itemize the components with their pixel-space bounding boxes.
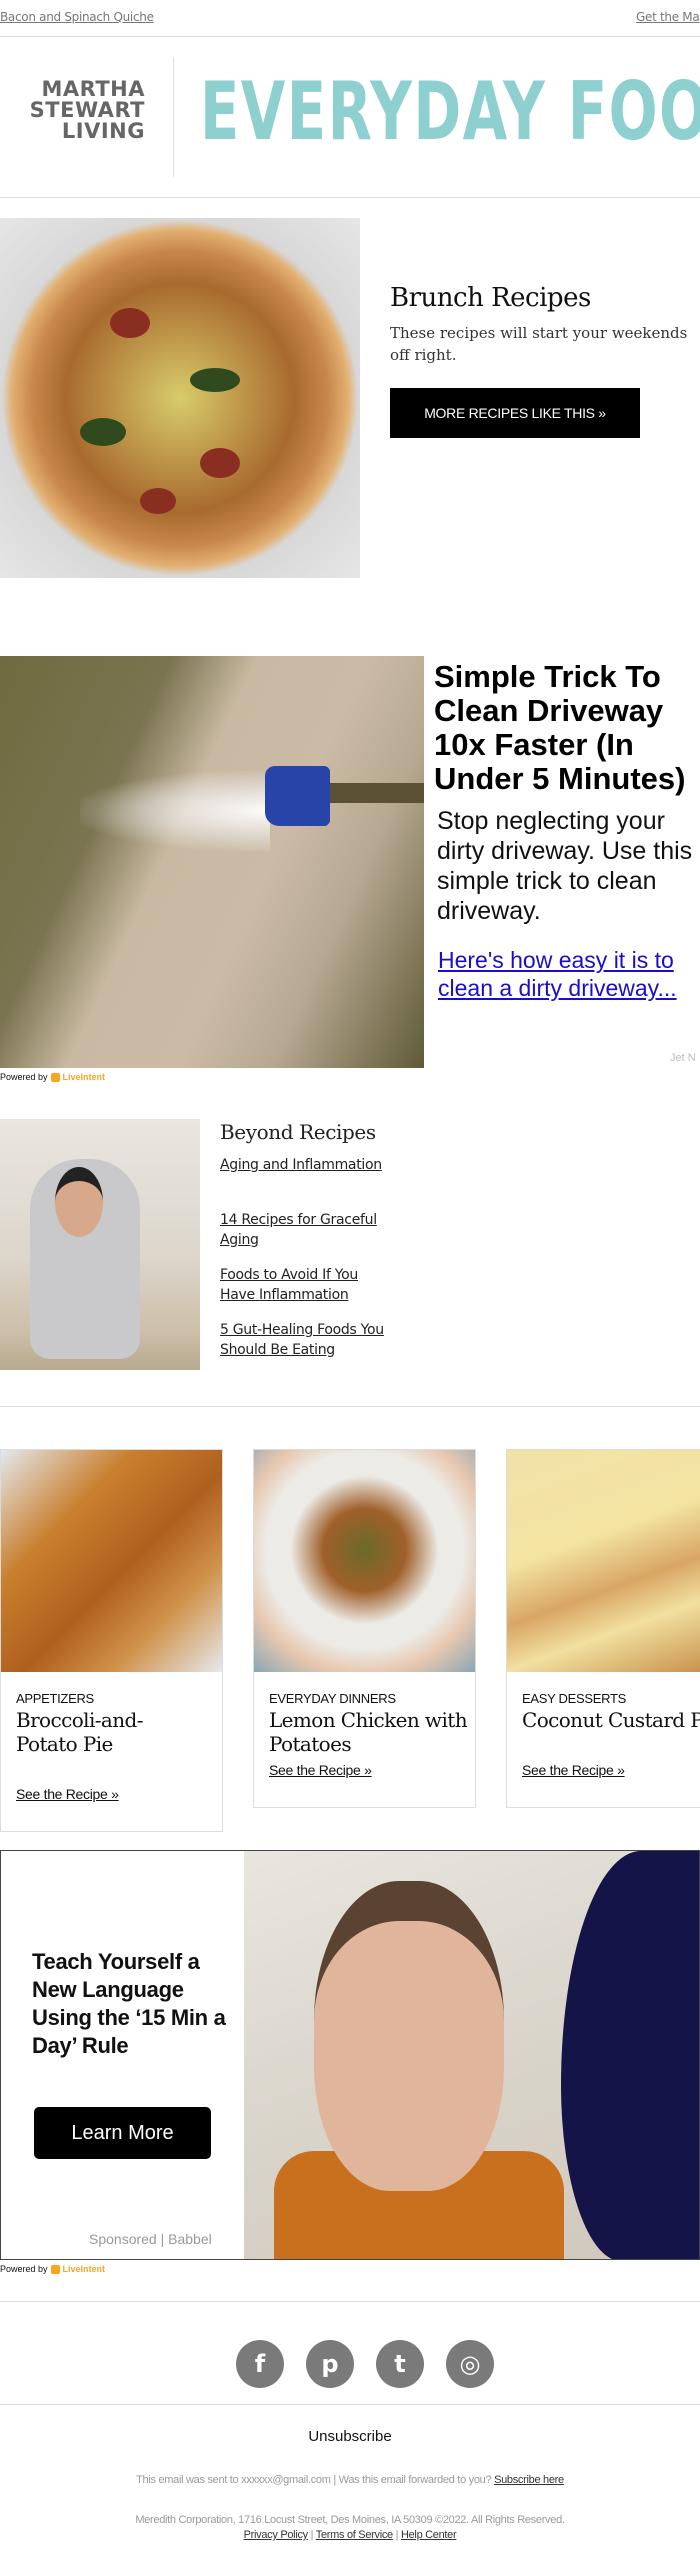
person-head (55, 1167, 103, 1237)
section-divider (0, 2404, 700, 2405)
quiche-image[interactable] (0, 218, 360, 578)
header-divider (173, 57, 174, 177)
spinach-piece (80, 418, 126, 446)
woman-face (314, 1881, 504, 2191)
beyond-link-graceful-aging[interactable]: 14 Recipes for Graceful Aging (220, 1210, 390, 1250)
quiche-link[interactable]: Bacon and Spinach Quiche (0, 10, 154, 24)
card-category: EASY DESSERTS (522, 1691, 626, 1706)
subscribe-here-link[interactable]: Subscribe here (494, 2474, 564, 2486)
section-divider (0, 2301, 700, 2302)
driveway-ad-link[interactable]: Here's how easy it is to clean a dirty d… (438, 946, 700, 1002)
babbel-ad-title[interactable]: Teach Yourself a New Language Using the … (32, 1948, 242, 2060)
twitter-icon[interactable]: t (376, 2340, 424, 2388)
see-recipe-link[interactable]: See the Recipe » (269, 1762, 372, 1778)
lemon-chicken-image[interactable] (254, 1450, 475, 1672)
hero-title: Brunch Recipes (390, 283, 591, 313)
instagram-icon[interactable]: ◎ (446, 2340, 494, 2388)
brand-line: LIVING (61, 119, 145, 143)
brand-header: MARTHA STEWART LIVING EVERYDAY FOOD (0, 37, 700, 198)
more-recipes-button[interactable]: MORE RECIPES LIKE THIS » (390, 388, 640, 438)
social-links: f p t ◎ (236, 2340, 494, 2388)
powered-by-label: Powered by (0, 1072, 48, 1082)
facebook-icon[interactable]: f (236, 2340, 284, 2388)
sent-to-text: This email was sent to xxxxxx@gmail.com … (136, 2474, 492, 2486)
liveintent-brand: LiveIntent (62, 1072, 106, 1082)
recipe-card[interactable]: EVERYDAY DINNERS Lemon Chicken with Pota… (253, 1449, 476, 1808)
pressure-nozzle (265, 766, 330, 826)
beyond-recipes-image[interactable] (0, 1119, 200, 1370)
link-separator: | (395, 2529, 399, 2541)
water-spray (80, 771, 270, 851)
link-separator: | (310, 2529, 314, 2541)
babbel-sponsor-label: Sponsored | Babbel (89, 2231, 212, 2247)
powered-by-liveintent[interactable]: Powered by LiveIntent (0, 1072, 105, 1082)
brand-line: MARTHA (41, 77, 145, 101)
broccoli-pie-image[interactable] (1, 1450, 222, 1672)
brand-line: STEWART (29, 98, 145, 122)
learn-more-button[interactable]: Learn More (34, 2107, 211, 2159)
section-divider (0, 1406, 700, 1407)
spinach-piece (190, 368, 240, 392)
help-center-link[interactable]: Help Center (401, 2529, 457, 2541)
everyday-food-logo[interactable]: EVERYDAY FOOD (200, 67, 700, 157)
address-line: Meredith Corporation, 1716 Locust Street… (135, 2514, 565, 2526)
top-bar: Bacon and Spinach Quiche Get the Mag (0, 0, 700, 37)
card-category: APPETIZERS (16, 1691, 94, 1706)
legal-links: Privacy Policy | Terms of Service | Help… (0, 2529, 700, 2541)
martha-stewart-living-logo[interactable]: MARTHA STEWART LIVING (20, 79, 145, 142)
driveway-ad-image[interactable] (0, 656, 424, 1068)
beyond-recipes-title: Beyond Recipes (220, 1120, 376, 1144)
terms-of-service-link[interactable]: Terms of Service (316, 2529, 393, 2541)
liveintent-brand: LiveIntent (62, 2264, 106, 2274)
get-the-mag-link[interactable]: Get the Mag (636, 10, 700, 24)
pinterest-icon[interactable]: p (306, 2340, 354, 2388)
card-category: EVERYDAY DINNERS (269, 1691, 396, 1706)
coconut-custard-pie-image[interactable] (507, 1450, 700, 1672)
driveway-ad-sponsor: Jet N (670, 1052, 696, 1064)
card-title[interactable]: Lemon Chicken with Potatoes (269, 1708, 469, 1756)
recipe-card[interactable]: EASY DESSERTS Coconut Custard Pie See th… (506, 1449, 700, 1808)
card-title[interactable]: Broccoli-and-Potato Pie (16, 1708, 156, 1756)
recipe-card[interactable]: APPETIZERS Broccoli-and-Potato Pie See t… (0, 1449, 223, 1832)
nozzle-rod (330, 783, 424, 803)
sent-to-line: This email was sent to xxxxxx@gmail.com … (0, 2474, 700, 2486)
bacon-piece (200, 448, 240, 478)
bacon-piece (140, 488, 176, 514)
liveintent-logo-icon (50, 2264, 60, 2274)
bacon-piece (110, 308, 150, 338)
see-recipe-link[interactable]: See the Recipe » (522, 1762, 625, 1778)
babbel-ad-photo[interactable] (244, 1851, 699, 2259)
beyond-link-gut-healing[interactable]: 5 Gut-Healing Foods You Should Be Eating (220, 1320, 390, 1360)
powered-by-label: Powered by (0, 2264, 48, 2274)
driveway-ad-description[interactable]: Stop neglecting your dirty driveway. Use… (437, 806, 700, 926)
beyond-link-foods-to-avoid[interactable]: Foods to Avoid If You Have Inflammation (220, 1265, 390, 1305)
powered-by-liveintent[interactable]: Powered by LiveIntent (0, 2264, 105, 2274)
hero-description: These recipes will start your weekends o… (390, 324, 688, 364)
driveway-ad-title[interactable]: Simple Trick To Clean Driveway 10x Faste… (434, 660, 700, 796)
privacy-policy-link[interactable]: Privacy Policy (244, 2529, 309, 2541)
beyond-link-aging-inflammation[interactable]: Aging and Inflammation (220, 1155, 390, 1175)
babbel-ad[interactable]: Teach Yourself a New Language Using the … (0, 1850, 700, 2260)
navy-wave-shape (561, 1851, 699, 2259)
unsubscribe-link[interactable]: Unsubscribe (0, 2428, 700, 2445)
liveintent-logo-icon (50, 1072, 60, 1082)
card-title[interactable]: Coconut Custard Pie (522, 1708, 700, 1732)
see-recipe-link[interactable]: See the Recipe » (16, 1786, 119, 1802)
